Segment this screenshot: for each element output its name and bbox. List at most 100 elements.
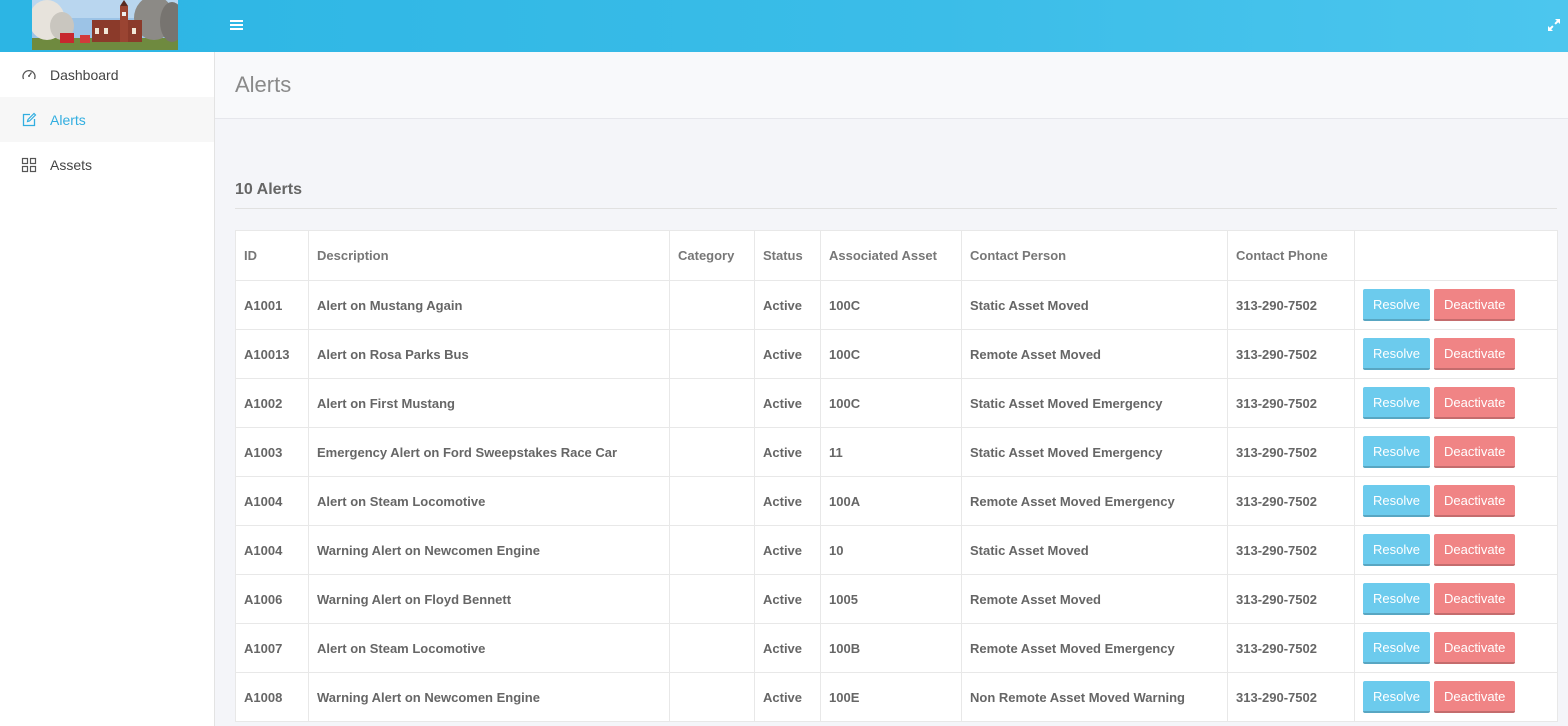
resolve-button[interactable]: Resolve [1363, 534, 1430, 566]
alerts-count-heading: 10 Alerts [235, 181, 1557, 209]
column-header-description[interactable]: Description [308, 230, 670, 281]
cell-category [669, 378, 755, 428]
logo-image[interactable] [32, 0, 178, 50]
cell-contact-phone: 313-290-7502 [1227, 378, 1355, 428]
column-header-contact-person[interactable]: Contact Person [961, 230, 1228, 281]
cell-actions: Resolve Deactivate [1354, 574, 1558, 624]
deactivate-button[interactable]: Deactivate [1433, 436, 1516, 468]
cell-id: A1003 [235, 427, 309, 477]
cell-category [669, 329, 755, 379]
table-row: A10013 Alert on Rosa Parks Bus Active 100C R… [235, 329, 1558, 379]
cell-id: A1006 [235, 574, 309, 624]
deactivate-button[interactable]: Deactivate [1433, 534, 1516, 566]
cell-contact-phone: 313-290-7502 [1227, 280, 1355, 330]
column-header-id[interactable]: ID [235, 230, 309, 281]
sidebar-item-dashboard[interactable]: Dashboard [0, 52, 214, 97]
cell-actions: Resolve Deactivate [1354, 427, 1558, 477]
cell-associated-asset: 100B [820, 623, 962, 673]
alerts-table: ID Description Category Status Associate… [235, 230, 1558, 722]
table-row: A1004 Warning Alert on Newcomen Engine Act… [235, 525, 1558, 575]
resolve-button[interactable]: Resolve [1363, 583, 1430, 615]
page-title: Alerts [235, 72, 292, 97]
resolve-button[interactable]: Resolve [1363, 387, 1430, 419]
table-row: A1001 Alert on Mustang Again Active 100C Sta… [235, 280, 1558, 330]
cell-category [669, 525, 755, 575]
cell-category [669, 574, 755, 624]
deactivate-button[interactable]: Deactivate [1433, 387, 1516, 419]
cell-contact-person: Static Asset Moved Emergency [961, 378, 1228, 428]
sidebar-item-label: Alerts [50, 111, 86, 128]
resolve-button[interactable]: Resolve [1363, 338, 1430, 370]
cell-contact-phone: 313-290-7502 [1227, 329, 1355, 379]
cell-category [669, 427, 755, 477]
cell-associated-asset: 100C [820, 378, 962, 428]
table-header-row: ID Description Category Status Associate… [235, 230, 1558, 281]
cell-id: A1007 [235, 623, 309, 673]
cell-contact-person: Static Asset Moved [961, 280, 1228, 330]
cell-description: Alert on Mustang Again [308, 280, 670, 330]
cell-status: Active [754, 623, 821, 673]
column-header-category[interactable]: Category [669, 230, 755, 281]
main-content: Alerts 10 Alerts ID Description Category… [215, 52, 1568, 726]
sidebar-item-assets[interactable]: Assets [0, 142, 214, 187]
cell-actions: Resolve Deactivate [1354, 525, 1558, 575]
sidebar: Dashboard Alerts Assets [0, 52, 215, 726]
cell-description: Alert on Rosa Parks Bus [308, 329, 670, 379]
cell-contact-phone: 313-290-7502 [1227, 574, 1355, 624]
cell-contact-phone: 313-290-7502 [1227, 427, 1355, 477]
cell-category [669, 623, 755, 673]
edit-icon [21, 112, 37, 128]
cell-contact-phone: 313-290-7502 [1227, 623, 1355, 673]
cell-associated-asset: 100C [820, 329, 962, 379]
menu-toggle-button[interactable] [226, 14, 248, 36]
cell-id: A10013 [235, 329, 309, 379]
table-row: A1002 Alert on First Mustang Active 100C Sta… [235, 378, 1558, 428]
resolve-button[interactable]: Resolve [1363, 632, 1430, 664]
cell-category [669, 672, 755, 722]
column-header-actions [1354, 230, 1558, 281]
column-header-contact-phone[interactable]: Contact Phone [1227, 230, 1355, 281]
deactivate-button[interactable]: Deactivate [1433, 289, 1516, 321]
cell-description: Alert on First Mustang [308, 378, 670, 428]
cell-contact-phone: 313-290-7502 [1227, 525, 1355, 575]
column-header-associated-asset[interactable]: Associated Asset [820, 230, 962, 281]
table-row: A1008 Warning Alert on Newcomen Engine Act… [235, 672, 1558, 722]
cell-category [669, 280, 755, 330]
cell-contact-person: Remote Asset Moved [961, 574, 1228, 624]
page-header: Alerts [215, 52, 1568, 119]
deactivate-button[interactable]: Deactivate [1433, 583, 1516, 615]
column-header-status[interactable]: Status [754, 230, 821, 281]
cell-contact-person: Remote Asset Moved Emergency [961, 476, 1228, 526]
cell-id: A1004 [235, 525, 309, 575]
cell-associated-asset: 1005 [820, 574, 962, 624]
cell-actions: Resolve Deactivate [1354, 476, 1558, 526]
cell-status: Active [754, 574, 821, 624]
cell-description: Alert on Steam Locomotive [308, 623, 670, 673]
grid-icon [21, 157, 37, 173]
resolve-button[interactable]: Resolve [1363, 436, 1430, 468]
resolve-button[interactable]: Resolve [1363, 681, 1430, 713]
resolve-button[interactable]: Resolve [1363, 485, 1430, 517]
cell-status: Active [754, 280, 821, 330]
cell-id: A1001 [235, 280, 309, 330]
table-row: A1003 Emergency Alert on Ford Sweepstakes… [235, 427, 1558, 477]
hamburger-icon [230, 20, 243, 30]
expand-icon [1548, 19, 1560, 31]
cell-associated-asset: 10 [820, 525, 962, 575]
cell-actions: Resolve Deactivate [1354, 623, 1558, 673]
cell-category [669, 476, 755, 526]
cell-status: Active [754, 476, 821, 526]
resolve-button[interactable]: Resolve [1363, 289, 1430, 321]
sidebar-item-label: Assets [50, 156, 93, 173]
deactivate-button[interactable]: Deactivate [1433, 485, 1516, 517]
deactivate-button[interactable]: Deactivate [1433, 632, 1516, 664]
cell-contact-person: Static Asset Moved Emergency [961, 427, 1228, 477]
cell-description: Alert on Steam Locomotive [308, 476, 670, 526]
deactivate-button[interactable]: Deactivate [1433, 681, 1516, 713]
fullscreen-button[interactable] [1546, 17, 1564, 35]
sidebar-item-alerts[interactable]: Alerts [0, 97, 214, 142]
cell-associated-asset: 100A [820, 476, 962, 526]
cell-id: A1004 [235, 476, 309, 526]
deactivate-button[interactable]: Deactivate [1433, 338, 1516, 370]
cell-status: Active [754, 525, 821, 575]
